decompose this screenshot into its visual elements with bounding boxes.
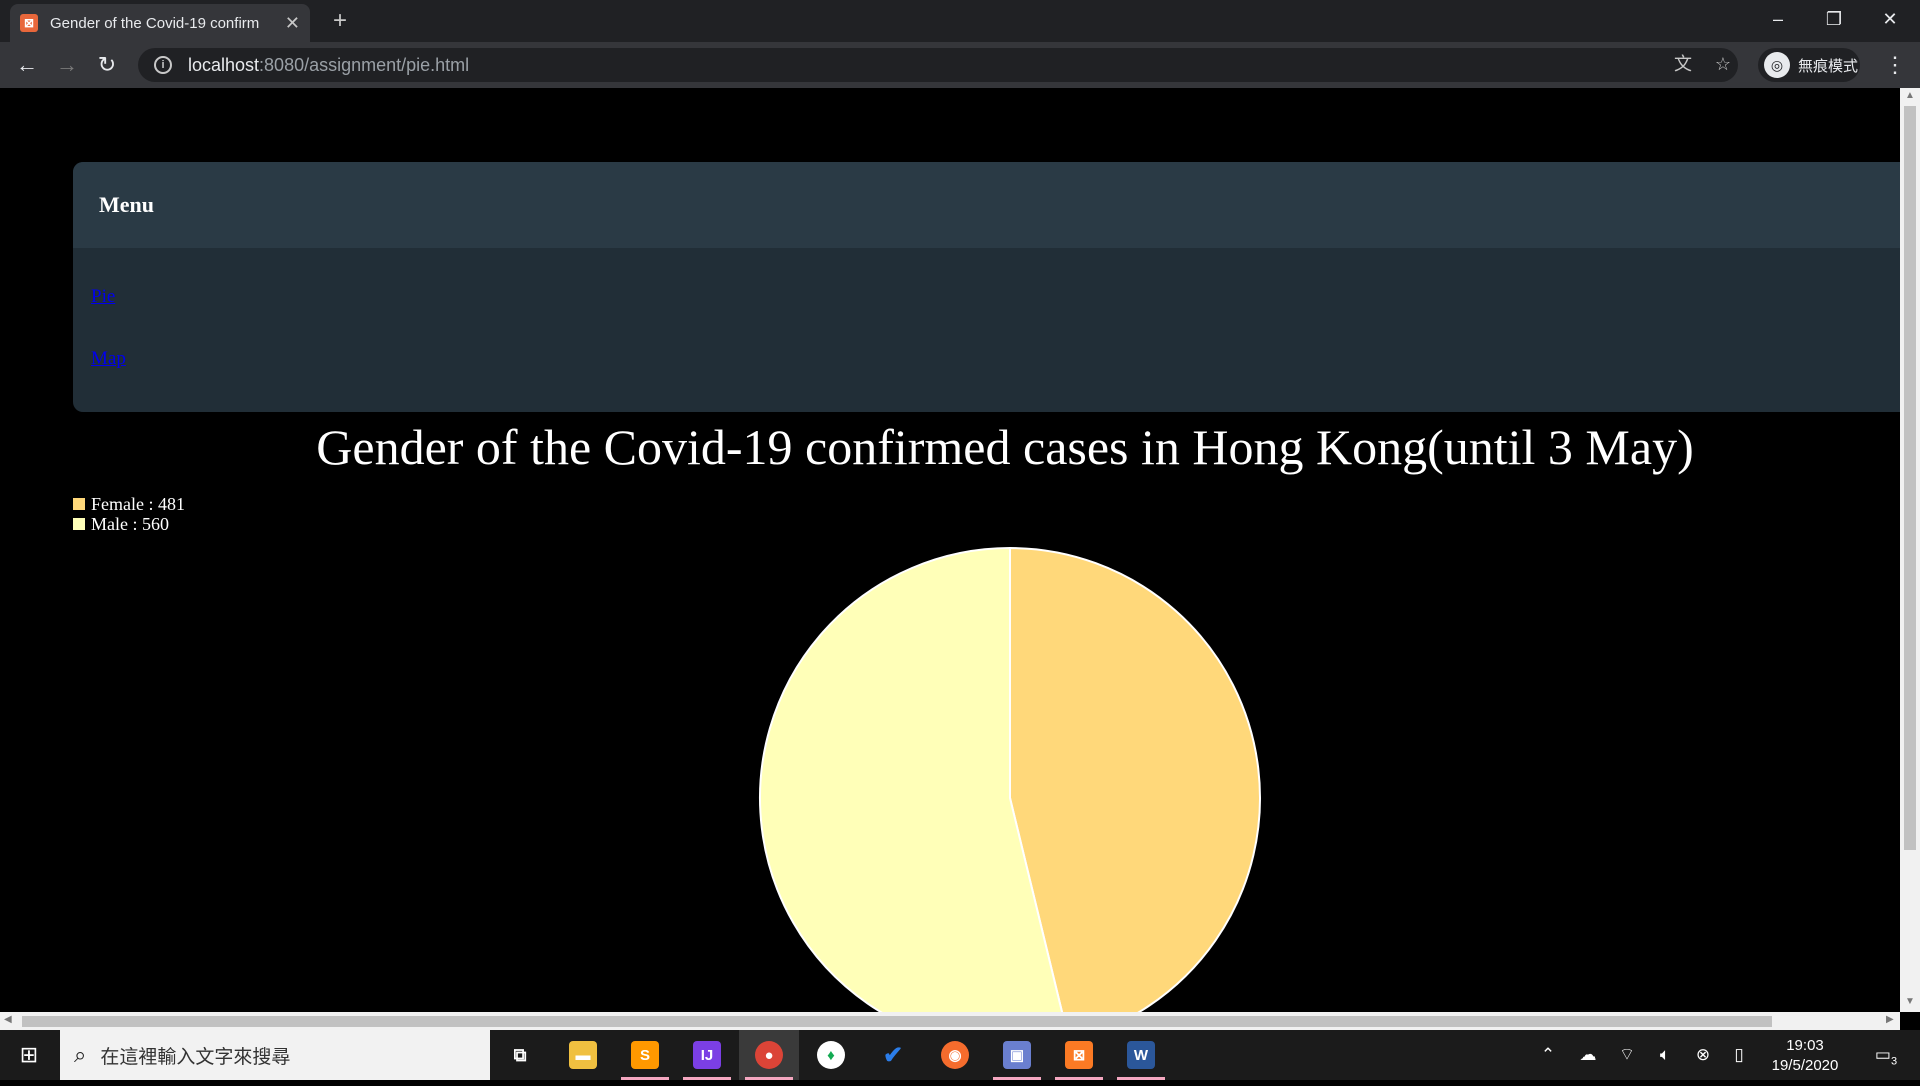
page-viewport: Menu Pie Map Gender of the Covid-19 conf… xyxy=(0,88,1900,1012)
notification-center-icon[interactable]: ▭3 xyxy=(1866,1030,1906,1080)
pie-chart xyxy=(759,546,1261,1012)
sublime-text-icon[interactable]: S xyxy=(615,1030,675,1080)
todo-icon[interactable]: ✔ xyxy=(863,1030,923,1080)
word-icon[interactable]: W xyxy=(1111,1030,1171,1080)
incognito-profile-button[interactable]: ◎ 無痕模式 xyxy=(1758,48,1860,82)
file-explorer-icon[interactable]: ▬ xyxy=(553,1030,613,1080)
chrome-icon[interactable]: ● xyxy=(739,1030,799,1080)
pie-slice-female xyxy=(1009,546,1261,1012)
tab-title: Gender of the Covid-19 confirm xyxy=(50,14,260,32)
reload-button[interactable]: ↻ xyxy=(92,50,122,80)
scroll-left-icon[interactable]: ◀ xyxy=(4,1014,12,1025)
wifi-icon[interactable]: ⌔ xyxy=(1614,1030,1640,1080)
close-window-button[interactable]: ✕ xyxy=(1862,0,1918,38)
horizontal-scroll-thumb[interactable] xyxy=(22,1016,1772,1027)
vertical-scrollbar[interactable]: ▲ ▼ xyxy=(1900,88,1920,1012)
legend-label-female: Female : 481 xyxy=(91,493,185,514)
bookmark-star-icon[interactable]: ☆ xyxy=(1710,51,1736,77)
scroll-down-icon[interactable]: ▼ xyxy=(1905,996,1915,1007)
browser-toolbar: ← → ↻ i localhost:8080/assignment/pie.ht… xyxy=(0,42,1920,88)
close-icon[interactable]: ✕ xyxy=(285,13,300,34)
legend-item-female: Female : 481 xyxy=(73,494,185,514)
windows-taskbar: ⊞ ⌕ 在這裡輸入文字來搜尋 ⧉ ▬ S IJ ● ♦ ✔ ◉ ▣ ⊠ W ⌃ … xyxy=(0,1030,1920,1080)
menu-panel: Menu Pie Map xyxy=(73,162,1900,412)
screen-recorder-icon[interactable]: ▣ xyxy=(987,1030,1047,1080)
xampp-icon: ⊠ xyxy=(20,14,38,32)
scroll-up-icon[interactable]: ▲ xyxy=(1905,90,1915,101)
notification-count: 3 xyxy=(1890,1055,1898,1068)
tray-x-icon[interactable]: ⊗ xyxy=(1690,1030,1716,1080)
taskbar-clock[interactable]: 19:03 19/5/2020 xyxy=(1760,1036,1850,1076)
legend-swatch-male xyxy=(73,518,85,530)
chart-legend: Female : 481 Male : 560 xyxy=(73,494,185,534)
back-button[interactable]: ← xyxy=(12,50,42,80)
task-view-icon[interactable]: ⧉ xyxy=(490,1030,550,1080)
taskbar-search-placeholder: 在這裡輸入文字來搜尋 xyxy=(100,1046,291,1068)
restore-button[interactable]: ❐ xyxy=(1806,0,1862,38)
clock-date: 19/5/2020 xyxy=(1771,1057,1839,1074)
intellij-icon[interactable]: IJ xyxy=(677,1030,737,1080)
browser-tabbar: ⊠ Gender of the Covid-19 confirm ✕ + – ❐… xyxy=(0,0,1920,42)
menu-title: Menu xyxy=(73,162,1900,248)
menu-link-map[interactable]: Map xyxy=(91,348,126,370)
translate-icon[interactable]: 文 xyxy=(1670,51,1696,77)
windows-start-icon[interactable]: ⊞ xyxy=(0,1030,58,1080)
address-bar[interactable]: i localhost:8080/assignment/pie.html xyxy=(138,48,1738,82)
forward-button[interactable]: → xyxy=(52,50,82,80)
horizontal-scrollbar[interactable]: ◀ ▶ xyxy=(0,1012,1900,1030)
info-icon[interactable]: i xyxy=(154,56,172,74)
minimize-button[interactable]: – xyxy=(1750,0,1806,38)
browser-tab[interactable]: ⊠ Gender of the Covid-19 confirm ✕ xyxy=(10,4,310,42)
vertical-scroll-thumb[interactable] xyxy=(1904,106,1916,850)
menu-kebab-icon[interactable]: ⋮ xyxy=(1880,50,1910,80)
legend-item-male: Male : 560 xyxy=(73,514,185,534)
origin-icon[interactable]: ◉ xyxy=(925,1030,985,1080)
mongodb-compass-icon[interactable]: ♦ xyxy=(801,1030,861,1080)
scroll-right-icon[interactable]: ▶ xyxy=(1886,1014,1894,1025)
onedrive-icon[interactable]: ☁ xyxy=(1574,1030,1602,1080)
legend-label-male: Male : 560 xyxy=(91,513,169,534)
incognito-icon: ◎ xyxy=(1764,52,1790,78)
tray-app-icon[interactable]: ▯ xyxy=(1726,1030,1752,1080)
incognito-label: 無痕模式 xyxy=(1798,57,1859,75)
volume-icon[interactable]: 🔈︎ xyxy=(1652,1030,1678,1080)
new-tab-button[interactable]: + xyxy=(326,8,354,36)
xampp-taskbar-icon[interactable]: ⊠ xyxy=(1049,1030,1109,1080)
tray-chevron-icon[interactable]: ⌃ xyxy=(1536,1030,1560,1080)
legend-swatch-female xyxy=(73,498,85,510)
menu-link-pie[interactable]: Pie xyxy=(91,286,115,308)
url-path: :8080/assignment/pie.html xyxy=(259,54,470,75)
clock-time: 19:03 xyxy=(1786,1037,1824,1054)
chart-title: Gender of the Covid-19 confirmed cases i… xyxy=(316,419,1694,475)
search-icon: ⌕ xyxy=(74,1042,87,1067)
taskbar-search-box[interactable]: ⌕ 在這裡輸入文字來搜尋 xyxy=(60,1030,490,1080)
url-host: localhost xyxy=(188,54,260,75)
